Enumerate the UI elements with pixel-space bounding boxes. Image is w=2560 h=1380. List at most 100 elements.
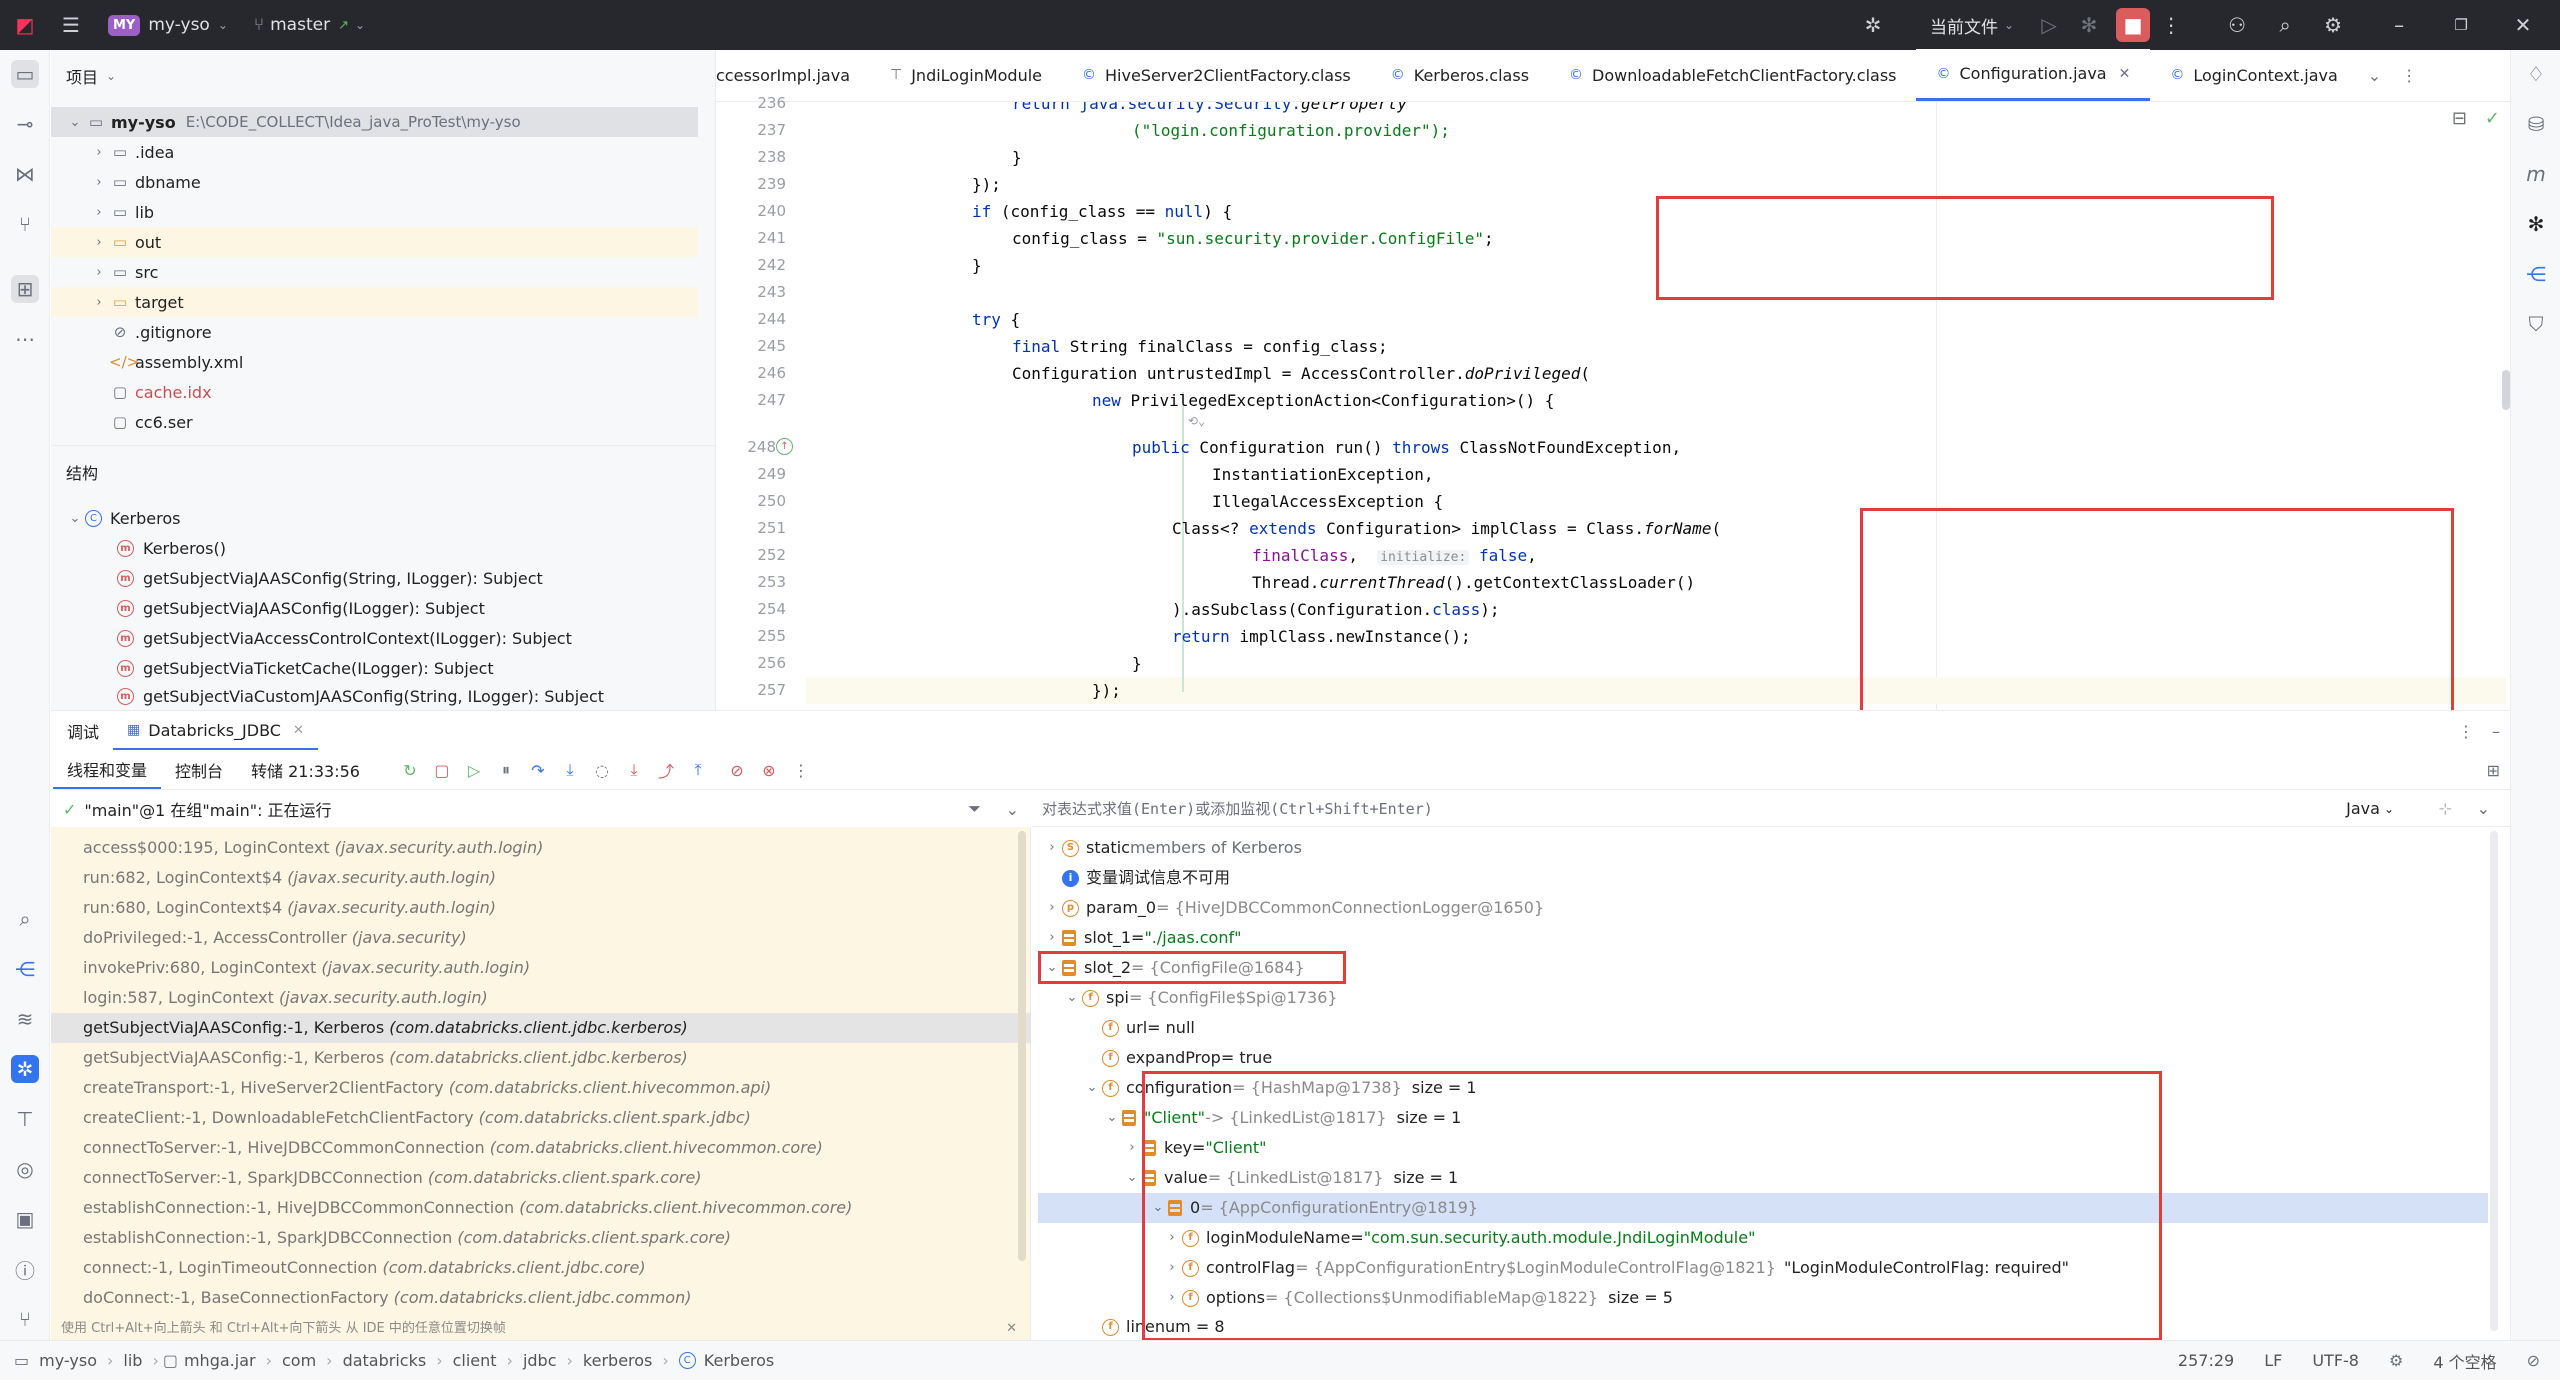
- tab-console[interactable]: 控制台: [161, 751, 237, 789]
- account-icon[interactable]: ⚇: [2224, 12, 2250, 38]
- stack-frame[interactable]: getSubjectViaJAASConfig:-1, Kerberos (co…: [51, 1043, 1031, 1073]
- stack-frame[interactable]: createTransport:-1, HiveServer2ClientFac…: [51, 1073, 1031, 1103]
- caret-position[interactable]: 257:29: [2178, 1351, 2234, 1370]
- stack-frame[interactable]: createClient:-1, DownloadableFetchClient…: [51, 1103, 1031, 1133]
- smart-step-icon[interactable]: ◌: [589, 757, 615, 783]
- tree-item-dbname[interactable]: › ▭ dbname: [51, 167, 715, 197]
- stack-frame[interactable]: login:587, LoginContext (javax.security.…: [51, 983, 1031, 1013]
- line-separator[interactable]: LF: [2264, 1351, 2282, 1370]
- vars-scrollbar[interactable]: [2490, 831, 2498, 1331]
- tree-item-lib[interactable]: › ▭ lib: [51, 197, 715, 227]
- tab-kerberos[interactable]: © Kerberos.class: [1371, 49, 1549, 101]
- var-spi[interactable]: ⌄ f spi = {ConfigFile$Spi@1736}: [1032, 983, 2502, 1013]
- structure-member[interactable]: m getSubjectViaJAASConfig(ILogger): Subje…: [51, 593, 715, 623]
- breadcrumb-item[interactable]: Kerberos: [704, 1351, 774, 1370]
- stack-frame[interactable]: invokePriv:680, LoginContext (javax.secu…: [51, 953, 1031, 983]
- branch-switcher[interactable]: ⑂ master ↗ ⌄: [254, 15, 365, 35]
- stop-icon[interactable]: ▢: [429, 757, 455, 783]
- tabs-dropdown[interactable]: ⌄: [2358, 49, 2391, 101]
- view-breakpoints-icon[interactable]: ⊘: [724, 757, 750, 783]
- stack-frame[interactable]: establishConnection:-1, SparkJDBCConnect…: [51, 1223, 1031, 1253]
- main-menu-icon[interactable]: ☰: [58, 12, 84, 38]
- tab-dump[interactable]: 转储 21:33:56: [237, 751, 374, 789]
- debug-tool-icon[interactable]: ✲: [11, 1055, 39, 1083]
- stack-frame[interactable]: run:682, LoginContext$4 (javax.security.…: [51, 863, 1031, 893]
- tab-accessor-impl[interactable]: ccessorImpl.java: [716, 49, 870, 101]
- share-icon[interactable]: ⋲: [11, 955, 39, 983]
- stack-frame[interactable]: establishConnection:-1, HiveJDBCCommonCo…: [51, 1193, 1031, 1223]
- minimize-panel-icon[interactable]: –: [2492, 722, 2500, 741]
- project-folder-icon[interactable]: ▭: [11, 60, 39, 88]
- breadcrumb-item[interactable]: databricks: [343, 1351, 427, 1370]
- tree-item-src[interactable]: › ▭ src: [51, 257, 715, 287]
- force-step-into-icon[interactable]: ⤓: [621, 757, 647, 783]
- breadcrumb-item[interactable]: jdbc: [523, 1351, 557, 1370]
- commit-icon[interactable]: ⊸: [11, 110, 39, 138]
- stack-frame[interactable]: connect:-1, LoginTimeoutConnection (com.…: [51, 1253, 1031, 1283]
- close-icon[interactable]: ✕: [2510, 12, 2536, 38]
- run-config-selector[interactable]: 当前文件 ⌄: [1930, 13, 2014, 38]
- restore-icon[interactable]: ❐: [2448, 12, 2474, 38]
- endpoints-icon[interactable]: ⋈: [11, 160, 39, 188]
- resume-icon[interactable]: ▷: [461, 757, 487, 783]
- run-icon[interactable]: ▷: [2036, 12, 2062, 38]
- code-style-icon[interactable]: ⚙: [2389, 1351, 2403, 1370]
- structure-member[interactable]: m getSubjectViaTicketCache(ILogger): Subj…: [51, 653, 715, 683]
- stack-frame[interactable]: doConnect:-1, BaseConnectionFactory (com…: [51, 1283, 1031, 1313]
- var-expand-prop[interactable]: f expandProp = true: [1032, 1043, 2502, 1073]
- debug-tab-title[interactable]: 调试: [51, 712, 113, 750]
- tree-item-idea[interactable]: › ▭ .idea: [51, 137, 715, 167]
- breadcrumb-item[interactable]: client: [453, 1351, 497, 1370]
- close-icon[interactable]: ✕: [293, 723, 304, 738]
- project-switcher[interactable]: MY my-yso ⌄: [108, 14, 228, 36]
- breadcrumb-item[interactable]: lib: [123, 1351, 142, 1370]
- breadcrumb-item[interactable]: my-yso: [39, 1351, 97, 1370]
- structure-member[interactable]: m Kerberos(): [51, 533, 715, 563]
- stop-icon[interactable]: ■: [2116, 8, 2151, 42]
- more-horizontal-icon[interactable]: ⋯: [11, 325, 39, 353]
- tree-item-gitignore[interactable]: ⊘ .gitignore: [51, 317, 715, 347]
- structure-member[interactable]: m getSubjectViaCustomJAASConfig(String, I…: [51, 683, 715, 710]
- structure-member[interactable]: m getSubjectViaAccessControlContext(ILogg…: [51, 623, 715, 653]
- layout-icon[interactable]: ⊞: [2487, 761, 2500, 780]
- find-icon[interactable]: ⌕: [11, 905, 39, 933]
- project-panel-header[interactable]: 项目 ⌄: [51, 50, 715, 102]
- indent-setting[interactable]: 4 个空格: [2433, 1349, 2496, 1373]
- notifications-bell-icon[interactable]: ♢: [2522, 60, 2550, 88]
- tabs-more[interactable]: ⋮: [2391, 49, 2427, 101]
- filter-icon[interactable]: ⏷: [968, 799, 981, 819]
- step-out-of-icon[interactable]: ⤴: [653, 757, 679, 783]
- tab-hiveserver2-client-factory[interactable]: © HiveServer2ClientFactory.class: [1062, 49, 1371, 101]
- problems-icon[interactable]: ⓘ: [11, 1255, 39, 1283]
- chevron-down-icon[interactable]: ⌄: [2477, 799, 2490, 818]
- terminal-icon[interactable]: ▣: [11, 1205, 39, 1233]
- pause-icon[interactable]: ⏸: [493, 757, 519, 783]
- shield-icon[interactable]: ⛉: [2522, 310, 2550, 338]
- mute-breakpoints-icon[interactable]: ⊗: [756, 757, 782, 783]
- pull-requests-icon[interactable]: ⑂: [11, 210, 39, 238]
- services-icon[interactable]: ◎: [11, 1155, 39, 1183]
- breadcrumb-item[interactable]: mhga.jar: [184, 1351, 256, 1370]
- var-static[interactable]: › Sstatic members of Kerberos: [1032, 833, 2502, 863]
- override-marker-icon[interactable]: ↑: [776, 438, 793, 455]
- session-tab[interactable]: ▦ Databricks_JDBC ✕: [113, 712, 318, 750]
- lambda-hint-icon[interactable]: ⟲⌄: [1188, 414, 1205, 428]
- tab-downloadable-fetch-client-factory[interactable]: © DownloadableFetchClientFactory.class: [1549, 49, 1916, 101]
- structure-icon[interactable]: ⊞: [11, 275, 39, 303]
- lock-icon[interactable]: ⊘: [2527, 1351, 2540, 1370]
- tab-threads-variables[interactable]: 线程和变量: [53, 751, 162, 789]
- var-slot1[interactable]: › slot_1 = "./jaas.conf": [1032, 923, 2502, 953]
- breadcrumb-item[interactable]: com: [282, 1351, 316, 1370]
- more-vertical-icon[interactable]: ⋮: [788, 757, 814, 783]
- structure-member[interactable]: m getSubjectViaJAASConfig(String, ILogger…: [51, 563, 715, 593]
- ai-assistant-icon[interactable]: ✻: [2522, 210, 2550, 238]
- tab-login-context[interactable]: © LoginContext.java: [2150, 49, 2357, 101]
- step-out-icon[interactable]: ⤒: [685, 757, 711, 783]
- add-watch-icon[interactable]: ⊹: [2439, 799, 2452, 818]
- frames-scrollbar[interactable]: [1018, 831, 1026, 1261]
- editor-scrollbar[interactable]: [2502, 370, 2510, 410]
- step-into-icon[interactable]: ⤓: [557, 757, 583, 783]
- tree-root[interactable]: ⌄ ▭ my-yso E:\CODE_COLLECT\Idea_java_Pro…: [51, 107, 698, 137]
- debug-icon[interactable]: ✻: [2076, 12, 2102, 38]
- var-url[interactable]: f url = null: [1032, 1013, 2502, 1043]
